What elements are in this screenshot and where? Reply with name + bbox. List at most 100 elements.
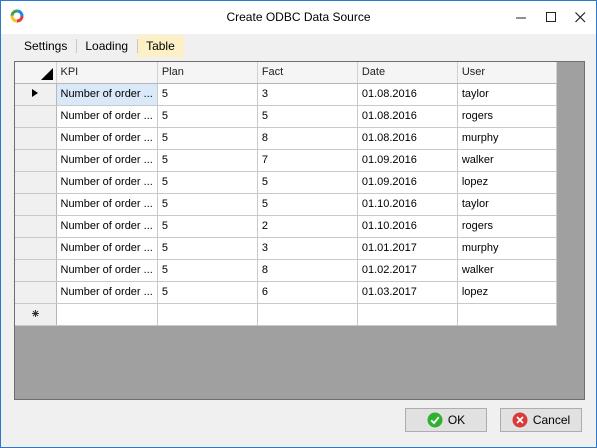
cell-plan[interactable]: 5	[157, 171, 258, 194]
cell-fact[interactable]: 8	[257, 259, 358, 282]
row-header[interactable]	[15, 303, 57, 326]
table-row[interactable]: Number of order ... 5 2 01.10.2016 roger…	[15, 215, 557, 238]
cell-plan[interactable]: 5	[157, 149, 258, 172]
row-header[interactable]	[15, 281, 57, 304]
cell-date[interactable]: 01.09.2016	[357, 149, 458, 172]
new-cell-plan[interactable]	[157, 303, 258, 326]
cell-date[interactable]: 01.08.2016	[357, 83, 458, 106]
cell-kpi[interactable]: Number of order ...	[56, 127, 158, 150]
cell-kpi[interactable]: Number of order ...	[56, 281, 158, 304]
cell-user[interactable]: walker	[457, 149, 557, 172]
cell-fact[interactable]: 5	[257, 105, 358, 128]
cell-plan[interactable]: 5	[157, 281, 258, 304]
grid-table: KPI Plan Fact Date User Number of order …	[15, 62, 557, 326]
table-row[interactable]: Number of order ... 5 6 01.03.2017 lopez	[15, 281, 557, 304]
cell-user[interactable]: walker	[457, 259, 557, 282]
row-header[interactable]	[15, 215, 57, 238]
table-row[interactable]: Number of order ... 5 3 01.01.2017 murph…	[15, 237, 557, 260]
new-cell-kpi[interactable]	[56, 303, 158, 326]
cell-fact[interactable]: 3	[257, 83, 358, 106]
maximize-button[interactable]	[536, 1, 566, 34]
column-header-user[interactable]: User	[457, 62, 557, 84]
cell-user[interactable]: murphy	[457, 237, 557, 260]
cell-date[interactable]: 01.09.2016	[357, 171, 458, 194]
cell-plan[interactable]: 5	[157, 259, 258, 282]
tab-strip: Settings Loading Table	[15, 35, 184, 57]
cell-plan[interactable]: 5	[157, 193, 258, 216]
cell-fact[interactable]: 5	[257, 193, 358, 216]
select-all-corner[interactable]	[15, 62, 57, 84]
table-row[interactable]: Number of order ... 5 8 01.08.2016 murph…	[15, 127, 557, 150]
table-row[interactable]: Number of order ... 5 5 01.08.2016 roger…	[15, 105, 557, 128]
close-button[interactable]	[565, 1, 595, 34]
cell-user[interactable]: taylor	[457, 193, 557, 216]
cell-kpi[interactable]: Number of order ...	[56, 215, 158, 238]
new-cell-date[interactable]	[357, 303, 458, 326]
row-header[interactable]	[15, 105, 57, 128]
cell-kpi[interactable]: Number of order ...	[56, 259, 158, 282]
table-row[interactable]: Number of order ... 5 8 01.02.2017 walke…	[15, 259, 557, 282]
cell-kpi[interactable]: Number of order ...	[56, 105, 158, 128]
cell-date[interactable]: 01.08.2016	[357, 127, 458, 150]
cell-date[interactable]: 01.10.2016	[357, 215, 458, 238]
cell-user[interactable]: lopez	[457, 281, 557, 304]
new-cell-fact[interactable]	[257, 303, 358, 326]
minimize-icon	[515, 17, 526, 19]
cell-fact[interactable]: 2	[257, 215, 358, 238]
ok-button[interactable]: OK	[405, 408, 487, 432]
cell-date[interactable]: 01.10.2016	[357, 193, 458, 216]
green-check-icon	[427, 412, 443, 428]
cell-user[interactable]: rogers	[457, 215, 557, 238]
table-row[interactable]: Number of order ... 5 7 01.09.2016 walke…	[15, 149, 557, 172]
row-header[interactable]	[15, 171, 57, 194]
red-x-icon	[512, 412, 528, 428]
cell-user[interactable]: murphy	[457, 127, 557, 150]
cell-kpi[interactable]: Number of order ...	[56, 237, 158, 260]
row-header[interactable]	[15, 193, 57, 216]
new-cell-user[interactable]	[457, 303, 557, 326]
cell-fact[interactable]: 7	[257, 149, 358, 172]
tab-settings[interactable]: Settings	[15, 35, 76, 57]
cell-fact[interactable]: 3	[257, 237, 358, 260]
minimize-button[interactable]	[506, 1, 536, 34]
row-header[interactable]	[15, 259, 57, 282]
table-row[interactable]: Number of order ... 5 5 01.10.2016 taylo…	[15, 193, 557, 216]
new-row-asterisk-icon	[31, 310, 39, 317]
table-row[interactable]: Number of order ... 5 5 01.09.2016 lopez	[15, 171, 557, 194]
cell-kpi[interactable]: Number of order ...	[56, 171, 158, 194]
dialog-window: Create ODBC Data Source Settings Loading…	[0, 0, 597, 448]
cell-date[interactable]: 01.02.2017	[357, 259, 458, 282]
cell-date[interactable]: 01.01.2017	[357, 237, 458, 260]
data-grid[interactable]: KPI Plan Fact Date User Number of order …	[14, 61, 585, 400]
cell-kpi[interactable]: Number of order ...	[56, 149, 158, 172]
vertical-scroll-area	[567, 62, 584, 399]
column-header-plan[interactable]: Plan	[157, 62, 258, 84]
cell-fact[interactable]: 8	[257, 127, 358, 150]
cell-date[interactable]: 01.03.2017	[357, 281, 458, 304]
column-header-fact[interactable]: Fact	[257, 62, 358, 84]
row-header[interactable]	[15, 127, 57, 150]
cell-plan[interactable]: 5	[157, 127, 258, 150]
cell-user[interactable]: rogers	[457, 105, 557, 128]
tab-loading[interactable]: Loading	[76, 35, 137, 57]
cell-fact[interactable]: 5	[257, 171, 358, 194]
cell-kpi[interactable]: Number of order ...	[56, 83, 158, 106]
cell-plan[interactable]: 5	[157, 83, 258, 106]
row-header[interactable]	[15, 237, 57, 260]
cell-plan[interactable]: 5	[157, 237, 258, 260]
cell-fact[interactable]: 6	[257, 281, 358, 304]
tab-table[interactable]: Table	[137, 35, 184, 57]
cancel-button[interactable]: Cancel	[500, 408, 582, 432]
column-header-kpi[interactable]: KPI	[56, 62, 158, 84]
column-header-date[interactable]: Date	[357, 62, 458, 84]
cell-user[interactable]: lopez	[457, 171, 557, 194]
cell-plan[interactable]: 5	[157, 215, 258, 238]
row-header[interactable]	[15, 149, 57, 172]
table-row[interactable]: Number of order ... 5 3 01.08.2016 taylo…	[15, 83, 557, 106]
row-header[interactable]	[15, 83, 57, 106]
cell-date[interactable]: 01.08.2016	[357, 105, 458, 128]
cell-kpi[interactable]: Number of order ...	[56, 193, 158, 216]
cell-user[interactable]: taylor	[457, 83, 557, 106]
cell-plan[interactable]: 5	[157, 105, 258, 128]
new-row[interactable]	[15, 303, 557, 326]
